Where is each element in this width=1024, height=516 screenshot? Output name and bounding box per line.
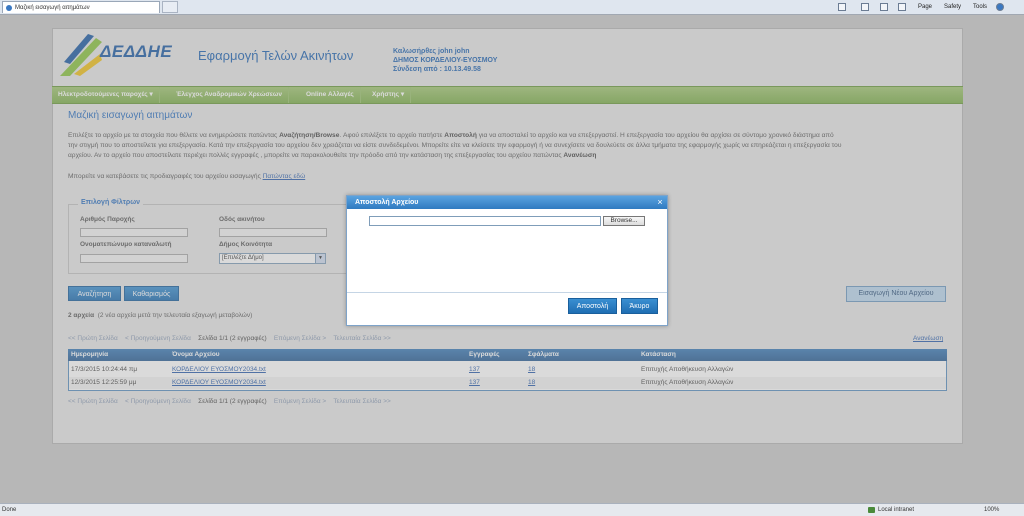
file-path-input[interactable] — [369, 216, 601, 226]
cancel-button[interactable]: Άκυρο — [621, 298, 658, 314]
upload-dialog — [346, 195, 668, 326]
browser-tab[interactable]: Μαζική εισαγωγή αιτημάτων — [2, 1, 160, 13]
print-icon[interactable] — [898, 3, 906, 11]
page-menu[interactable]: Page — [918, 2, 932, 12]
safety-menu[interactable]: Safety — [944, 2, 961, 12]
dialog-title: Αποστολή Αρχείου — [347, 196, 667, 209]
tab-title: Μαζική εισαγωγή αιτημάτων — [15, 5, 90, 11]
intranet-icon — [868, 507, 875, 513]
send-button[interactable]: Αποστολή — [568, 298, 617, 314]
ie-favicon-icon — [6, 5, 12, 11]
feeds-icon[interactable] — [861, 3, 869, 11]
new-tab-button[interactable] — [162, 1, 178, 13]
help-icon[interactable] — [996, 3, 1004, 11]
browser-status-bar: Done Local intranet 100% — [0, 503, 1024, 516]
close-icon[interactable]: × — [655, 196, 665, 209]
browse-button[interactable]: Browse... — [603, 216, 645, 226]
dialog-divider — [347, 292, 667, 293]
mail-icon[interactable] — [880, 3, 888, 11]
home-icon[interactable] — [838, 3, 846, 11]
zone-text: Local intranet — [878, 507, 915, 513]
status-text: Done — [2, 507, 17, 513]
zoom-level[interactable]: 100% — [984, 504, 999, 516]
tools-menu[interactable]: Tools — [973, 2, 987, 12]
